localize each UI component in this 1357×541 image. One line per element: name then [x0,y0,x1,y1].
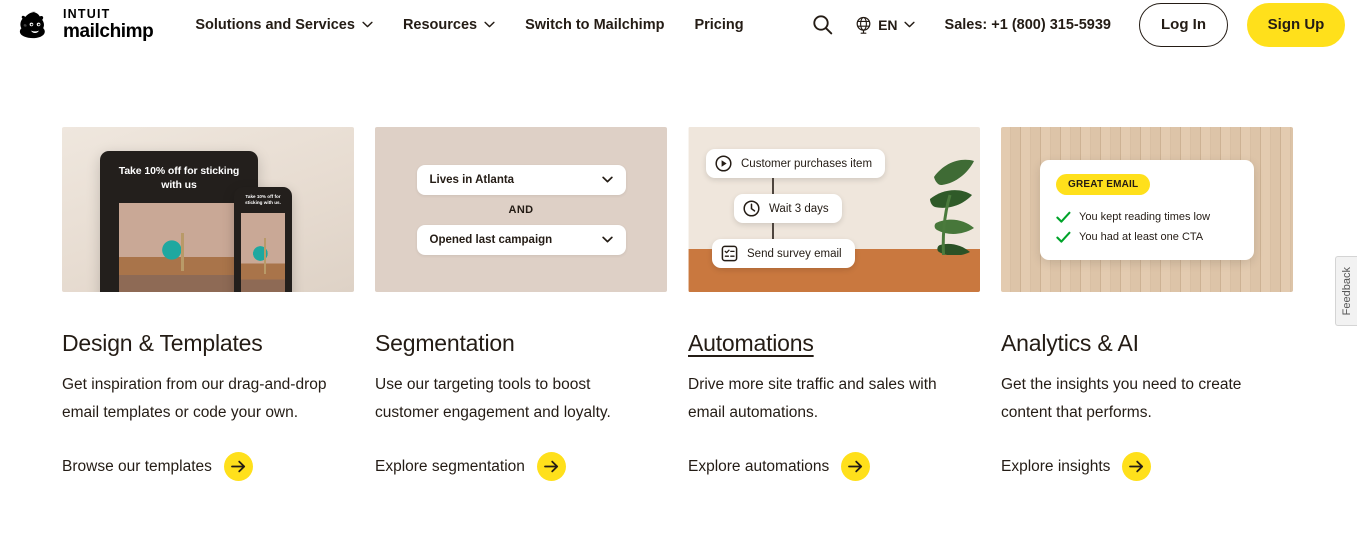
nav-item-solutions-and-services[interactable]: Solutions and Services [195,17,373,33]
cta-label: Explore segmentation [375,457,525,475]
flow-connector [772,178,774,194]
sign-up-button[interactable]: Sign Up [1247,2,1345,47]
card-media-insight-card: GREAT EMAIL You kept reading times low Y… [1001,127,1293,292]
flow-connector [772,223,774,239]
language-label: EN [878,16,898,33]
chevron-down-icon [484,21,495,28]
phone-headline: Take 10% off for sticking with us. [245,194,281,206]
nav-item-resources[interactable]: Resources [403,17,495,33]
segment-rule-two-label: Opened last campaign [429,233,553,246]
segment-rule-two[interactable]: Opened last campaign [416,224,626,255]
arrow-right-icon [536,452,566,481]
automation-step-label: Customer purchases item [741,157,873,170]
card-description: Get the insights you need to create cont… [1001,376,1242,421]
cta-explore-automations[interactable]: Explore automations [688,452,980,481]
arrow-right-icon [1122,452,1152,481]
feature-card-automations: Customer purchases item Wait 3 days Send… [688,127,980,481]
chevron-down-icon [362,21,373,28]
insight-item-label: You kept reading times low [1079,211,1211,223]
chevron-down-icon [903,21,915,28]
phone-lamp-photo [241,213,285,292]
arrow-right-icon [223,452,253,481]
site-header: INTUIT mailchimp Solutions and Services … [0,0,1357,49]
email-insight-panel: GREAT EMAIL You kept reading times low Y… [1040,159,1254,260]
chevron-down-icon [601,236,613,243]
sales-phone-link[interactable]: Sales: +1 (800) 315-5939 [945,17,1111,33]
card-media-segment-builder: Lives in Atlanta AND Opened last campaig… [375,127,667,292]
play-circle-icon [715,155,732,172]
insight-item-label: You had at least one CTA [1079,231,1204,243]
cta-label: Browse our templates [62,457,212,475]
feedback-label: Feedback [1340,266,1353,316]
card-description: Use our targeting tools to boost custome… [375,376,611,421]
segment-rule-one-label: Lives in Atlanta [429,173,515,186]
header-actions: EN Sales: +1 (800) 315-5939 Log In Sign … [805,2,1345,47]
automation-step-label: Send survey email [747,247,842,260]
automation-step-wait[interactable]: Wait 3 days [734,194,842,223]
feature-card-analytics-ai: GREAT EMAIL You kept reading times low Y… [1001,127,1293,481]
monstera-plant-icon [924,159,974,283]
globe-icon [856,16,871,34]
card-media-automation-flow: Customer purchases item Wait 3 days Send… [688,127,980,292]
insight-item: You kept reading times low [1056,211,1238,224]
feature-card-design-templates: Take 10% off for sticking with us Take 1… [62,127,354,481]
clock-icon [743,200,760,217]
logo-mailchimp-text: mailchimp [63,21,154,43]
automation-step-send-email[interactable]: Send survey email [712,239,855,268]
automation-step-list: Customer purchases item Wait 3 days Send… [706,149,886,268]
insight-item: You had at least one CTA [1056,231,1238,244]
card-description: Drive more site traffic and sales with e… [688,376,937,421]
card-description: Get inspiration from our drag-and-drop e… [62,376,327,421]
arrow-right-icon [841,452,871,481]
search-icon [812,15,832,35]
nav-item-pricing[interactable]: Pricing [694,17,743,33]
status-badge: GREAT EMAIL [1056,173,1151,195]
mailchimp-freddie-icon [19,11,45,38]
cta-browse-our-templates[interactable]: Browse our templates [62,452,354,481]
main-nav: Solutions and Services Resources Switch … [195,17,743,33]
phone-mockup: Take 10% off for sticking with us. [234,187,292,292]
segment-operator: AND [508,203,534,216]
nav-label: Resources [402,16,478,33]
checklist-icon [721,245,738,262]
cta-explore-segmentation[interactable]: Explore segmentation [375,452,667,481]
nav-label: Solutions and Services [195,16,355,33]
nav-label: Pricing [694,16,744,33]
nav-item-switch-to-mailchimp[interactable]: Switch to Mailchimp [525,17,664,33]
segment-rule-one[interactable]: Lives in Atlanta [416,164,626,195]
check-icon [1056,211,1071,223]
automation-step-label: Wait 3 days [769,202,829,215]
logo-intuit-text: INTUIT [63,6,111,21]
tablet-lamp-photo [119,203,239,292]
chevron-down-icon [601,176,613,183]
language-selector[interactable]: EN [855,16,915,34]
automation-step-trigger[interactable]: Customer purchases item [706,149,886,178]
feedback-tab[interactable]: Feedback [1335,256,1357,326]
card-title-design-templates[interactable]: Design & Templates [62,330,263,357]
card-title-analytics-ai[interactable]: Analytics & AI [1001,330,1139,357]
card-media-device-mockup: Take 10% off for sticking with us Take 1… [62,127,354,292]
cta-label: Explore automations [688,457,830,475]
cta-explore-insights[interactable]: Explore insights [1001,452,1293,481]
check-icon [1056,231,1071,243]
feature-card-segmentation: Lives in Atlanta AND Opened last campaig… [375,127,667,481]
feature-card-grid: Take 10% off for sticking with us Take 1… [0,127,1357,481]
nav-label: Switch to Mailchimp [525,16,665,33]
cta-label: Explore insights [1001,457,1111,475]
card-title-automations[interactable]: Automations [688,330,814,357]
search-button[interactable] [805,8,839,42]
mailchimp-logo[interactable]: INTUIT mailchimp [16,6,154,44]
log-in-button[interactable]: Log In [1139,2,1228,47]
card-title-segmentation[interactable]: Segmentation [375,330,515,357]
